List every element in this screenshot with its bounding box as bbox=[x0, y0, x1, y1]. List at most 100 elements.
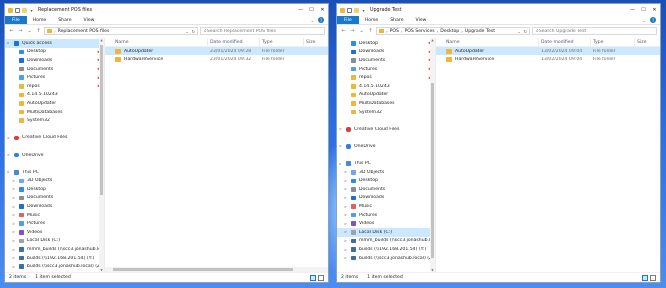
tab-view[interactable]: View bbox=[410, 16, 433, 24]
column-header-size[interactable]: Size bbox=[635, 38, 659, 47]
nav-item[interactable]: > Documents bbox=[337, 185, 435, 194]
nav-item[interactable]: 4.14.5.10243 bbox=[5, 91, 104, 100]
nav-item[interactable]: v This PC bbox=[5, 168, 104, 177]
file-row[interactable]: AutoUpdater 23/01/2024 09:28 File folder bbox=[105, 47, 328, 56]
nav-item[interactable]: > Videos bbox=[337, 219, 435, 228]
scrollbar-thumb[interactable] bbox=[113, 268, 293, 271]
expand-chevron-icon[interactable]: v bbox=[7, 41, 11, 45]
scroll-up-icon[interactable]: ▲ bbox=[99, 38, 104, 42]
search-box[interactable]: ⌕ bbox=[532, 27, 657, 35]
nav-item[interactable]: > Local Disk (C:) bbox=[337, 228, 435, 237]
expand-chevron-icon[interactable]: v bbox=[7, 170, 11, 174]
address-bar[interactable]: › Replacement POS files ⌄ ↻ bbox=[44, 27, 198, 35]
nav-item[interactable]: Pictures📌 bbox=[5, 73, 104, 82]
recent-locations-icon[interactable]: ⌄ bbox=[26, 28, 33, 34]
nav-item[interactable]: > builds (\\scc3.jonashub.local) (Z:) bbox=[337, 254, 435, 263]
breadcrumb-segment[interactable]: Upgrade Test bbox=[465, 29, 495, 34]
nav-item[interactable]: Desktop📌 bbox=[337, 39, 435, 48]
expand-chevron-icon[interactable]: > bbox=[12, 205, 16, 209]
nav-item[interactable]: > Desktop bbox=[337, 177, 435, 186]
scrollbar-thumb[interactable] bbox=[431, 83, 434, 258]
breadcrumb-segment[interactable]: Replacement POS files bbox=[58, 29, 110, 34]
customize-toolbar-icon[interactable]: ▾ bbox=[361, 8, 366, 13]
expand-chevron-icon[interactable]: > bbox=[344, 239, 348, 243]
folder-icon[interactable] bbox=[340, 7, 345, 13]
expand-chevron-icon[interactable]: > bbox=[12, 265, 16, 269]
folder-icon[interactable] bbox=[8, 7, 13, 13]
nav-item[interactable]: > Local Disk (C:) bbox=[5, 237, 104, 246]
scroll-up-icon[interactable]: ▲ bbox=[430, 38, 435, 42]
nav-item[interactable]: Downloads📌 bbox=[337, 48, 435, 57]
nav-item[interactable]: repos📌 bbox=[5, 82, 104, 91]
close-button[interactable]: ✕ bbox=[649, 4, 660, 16]
nav-item[interactable]: > Music bbox=[337, 202, 435, 211]
breadcrumb-separator-icon[interactable]: › bbox=[401, 29, 403, 34]
expand-chevron-icon[interactable]: > bbox=[344, 205, 348, 209]
nav-item[interactable]: > mmm_builds (\\scc3.jonashub.local) (U:) bbox=[337, 237, 435, 246]
expand-chevron-icon[interactable]: > bbox=[12, 196, 16, 200]
help-icon[interactable]: ? bbox=[650, 17, 656, 23]
back-arrow-icon[interactable]: ← bbox=[8, 28, 15, 34]
breadcrumb-segment[interactable]: Desktop bbox=[440, 29, 459, 34]
tab-home[interactable]: Home bbox=[359, 16, 385, 24]
nav-item[interactable]: MultiDatabases bbox=[5, 108, 104, 117]
nav-item[interactable]: v This PC bbox=[337, 159, 435, 168]
nav-item[interactable]: AutoUpdater bbox=[337, 91, 435, 100]
minimize-button[interactable]: — bbox=[627, 4, 638, 16]
breadcrumb-separator-icon[interactable]: › bbox=[386, 29, 388, 34]
address-bar[interactable]: › POS › POS Services › Desktop › Upgrade… bbox=[376, 27, 530, 35]
expand-chevron-icon[interactable]: > bbox=[344, 230, 348, 234]
refresh-icon[interactable]: ↻ bbox=[192, 29, 195, 34]
search-box[interactable]: ⌕ bbox=[200, 27, 325, 35]
expand-ribbon-icon[interactable]: ⌄ bbox=[643, 18, 646, 23]
tab-share[interactable]: Share bbox=[52, 16, 77, 24]
maximize-button[interactable]: ☐ bbox=[306, 4, 317, 16]
nav-item[interactable]: System32 bbox=[337, 108, 435, 117]
title-bar[interactable]: ▾ Replacement POS files — ☐ ✕ bbox=[5, 4, 328, 16]
nav-item[interactable]: > Pictures bbox=[337, 211, 435, 220]
expand-chevron-icon[interactable]: > bbox=[344, 248, 348, 252]
breadcrumb-segment[interactable]: POS Services bbox=[405, 29, 435, 34]
expand-chevron-icon[interactable]: > bbox=[12, 179, 16, 183]
expand-chevron-icon[interactable]: > bbox=[7, 136, 11, 140]
column-header-date-modified[interactable]: Date modified bbox=[208, 37, 260, 47]
expand-chevron-icon[interactable]: > bbox=[339, 127, 343, 131]
expand-chevron-icon[interactable]: > bbox=[344, 179, 348, 183]
recent-locations-icon[interactable]: ⌄ bbox=[358, 28, 365, 34]
nav-item[interactable]: 4.14.5.10243 bbox=[337, 82, 435, 91]
breadcrumb-separator-icon[interactable]: › bbox=[54, 29, 56, 34]
nav-item[interactable]: Pictures📌 bbox=[337, 65, 435, 74]
search-input[interactable] bbox=[206, 28, 321, 34]
address-dropdown-icon[interactable]: ⌄ bbox=[517, 29, 520, 34]
expand-chevron-icon[interactable]: v bbox=[339, 162, 343, 166]
refresh-icon[interactable]: ↻ bbox=[524, 29, 527, 34]
nav-item[interactable]: > builds (\\192.168.201.54) (Y:) bbox=[5, 254, 104, 263]
nav-item[interactable]: > Downloads bbox=[337, 194, 435, 203]
file-row[interactable]: HardwareService 13/02/2024 09:04 File fold… bbox=[436, 55, 660, 63]
expand-chevron-icon[interactable]: > bbox=[344, 196, 348, 200]
help-icon[interactable]: ? bbox=[318, 17, 324, 23]
scrollbar-thumb[interactable] bbox=[100, 45, 103, 195]
nav-item[interactable]: > Videos bbox=[5, 228, 104, 237]
expand-chevron-icon[interactable]: > bbox=[344, 256, 348, 260]
up-arrow-icon[interactable]: ↑ bbox=[367, 28, 374, 34]
expand-chevron-icon[interactable]: > bbox=[12, 256, 16, 260]
expand-chevron-icon[interactable]: > bbox=[12, 248, 16, 252]
column-header-type[interactable]: Type bbox=[260, 37, 304, 47]
details-view-icon[interactable] bbox=[642, 274, 648, 281]
nav-scrollbar[interactable]: ▲ ▼ bbox=[430, 38, 435, 272]
expand-chevron-icon[interactable]: > bbox=[344, 213, 348, 217]
nav-item[interactable]: > Documents bbox=[5, 194, 104, 203]
breadcrumb-segment[interactable]: POS bbox=[390, 29, 399, 34]
column-header-name[interactable]: Name bbox=[444, 37, 539, 47]
properties-icon[interactable] bbox=[347, 7, 352, 13]
expand-chevron-icon[interactable]: > bbox=[12, 230, 16, 234]
tab-file[interactable]: File bbox=[5, 16, 27, 24]
nav-item[interactable]: > builds (\\192.168.201.54) (Y:) bbox=[337, 245, 435, 254]
nav-item[interactable]: Documents📌 bbox=[5, 65, 104, 74]
expand-chevron-icon[interactable]: > bbox=[12, 239, 16, 243]
back-arrow-icon[interactable]: ← bbox=[340, 28, 347, 34]
column-header-type[interactable]: Type bbox=[591, 37, 635, 47]
nav-item[interactable]: Documents📌 bbox=[337, 56, 435, 65]
column-header-date-modified[interactable]: Date modified bbox=[539, 37, 591, 47]
